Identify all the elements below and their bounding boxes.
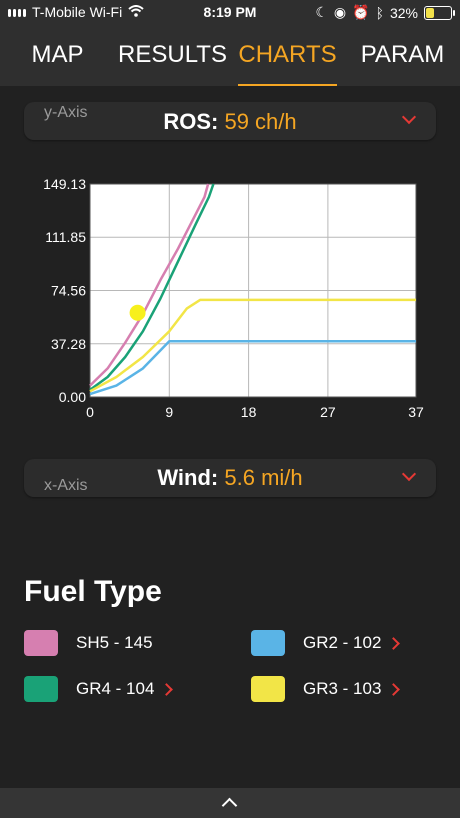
bluetooth-icon: ᛒ [375, 4, 384, 21]
x-tick-label: 27 [320, 404, 336, 420]
tab-charts[interactable]: CHARTS [230, 24, 345, 86]
y-tick-label: 37.28 [51, 336, 86, 352]
y-axis-selector[interactable]: y-Axis ROS: 59 ch/h [24, 102, 436, 140]
legend-item-gr4[interactable]: GR4 - 104 [24, 676, 174, 702]
status-bar: T-Mobile Wi-Fi 8:19 PM ☾ ◉ ⏰ ᛒ 32% [0, 0, 460, 24]
legend-swatch [251, 676, 285, 702]
y-tick-label: 149.13 [43, 176, 86, 192]
alarm-icon: ⏰ [352, 4, 370, 20]
y-tick-label: 0.00 [59, 389, 86, 405]
legend-swatch [24, 630, 58, 656]
chevron-right-icon[interactable] [160, 682, 174, 696]
legend-label: GR2 - 102 [303, 633, 382, 652]
x-axis-selector[interactable]: x-Axis Wind: 5.6 mi/h [24, 459, 436, 497]
moon-icon: ☾ [315, 4, 328, 20]
y-tick-label: 74.56 [51, 283, 86, 299]
legend-item-sh5: SH5 - 145 [24, 630, 153, 656]
tab-param[interactable]: PARAM [345, 24, 460, 86]
x-tick-label: 9 [165, 404, 173, 420]
battery-icon [424, 5, 455, 20]
y-axis-variable-name: ROS: [163, 109, 219, 134]
bottom-drawer-handle[interactable] [0, 788, 460, 818]
chevron-right-icon[interactable] [387, 636, 401, 650]
tab-map[interactable]: MAP [0, 24, 115, 86]
legend-label: GR4 - 104 [76, 679, 155, 698]
chart: 0 9 18 27 37 0.00 37.28 74.56 111.85 149.13 [24, 170, 436, 430]
current-point-marker [129, 304, 146, 321]
legend-label: GR3 - 103 [303, 679, 382, 698]
y-tick-label: 111.85 [45, 229, 86, 245]
line-chart: 0 9 18 27 37 0.00 37.28 74.56 111.85 149.13 [43, 176, 424, 420]
tab-bar: MAP RESULTS CHARTS PARAM [0, 24, 460, 86]
battery-percent: 32% [389, 4, 418, 21]
x-tick-label: 18 [241, 404, 257, 420]
legend-item-gr2[interactable]: GR2 - 102 [251, 630, 401, 656]
legend-item-gr3[interactable]: GR3 - 103 [251, 676, 401, 702]
x-axis-variable-name: Wind: [157, 465, 219, 490]
y-axis-variable-value: 59 ch/h [224, 109, 297, 134]
chevron-right-icon[interactable] [387, 682, 401, 696]
legend-swatch [24, 676, 58, 702]
x-axis-variable-value: 5.6 mi/h [224, 465, 303, 490]
chevron-up-icon[interactable] [221, 797, 238, 814]
legend-swatch [251, 630, 285, 656]
tab-results[interactable]: RESULTS [115, 24, 230, 86]
x-tick-label: 37 [408, 404, 424, 420]
lock-rotation-icon: ◉ [333, 4, 347, 20]
fuel-type-title: Fuel Type [24, 575, 162, 608]
x-tick-label: 0 [86, 404, 94, 420]
legend-label: SH5 - 145 [76, 633, 153, 652]
